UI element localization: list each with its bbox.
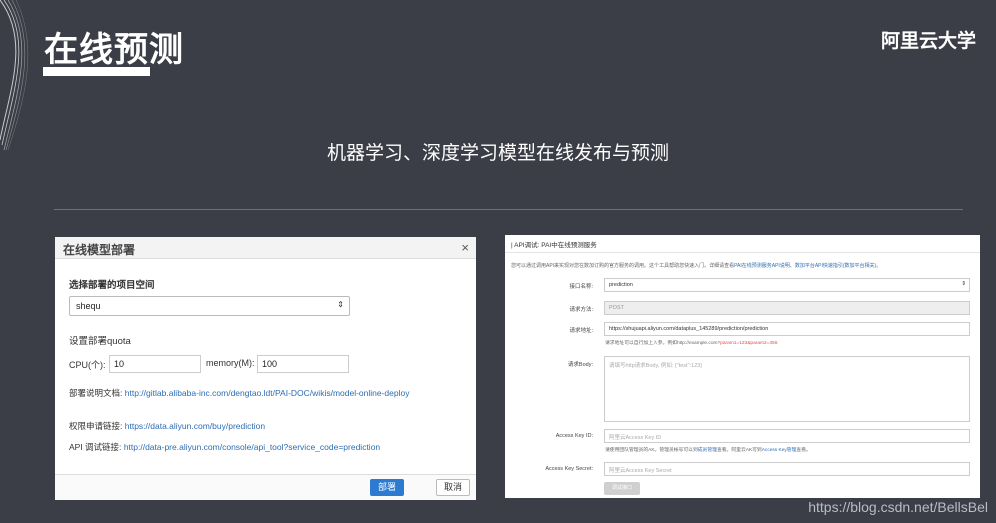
project-select[interactable]: shequ ⇕ <box>69 296 350 316</box>
quota-row: CPU(个): 10 memory(M): 100 <box>69 354 359 374</box>
title-underline <box>43 67 150 76</box>
url-label: 请求地址: <box>569 328 593 334</box>
api-panel-header: | API调试: PAI中在线预测服务 <box>505 235 980 253</box>
api-debug-row: API 调试链接: http://data-pre.aliyun.com/con… <box>69 441 380 453</box>
key-id-label: Access Key ID: <box>555 433 593 439</box>
key-help-mid: 查看。阿里云AK可到 <box>716 448 762 453</box>
project-label: 选择部署的项目空间 <box>69 280 155 291</box>
doc-row: 部署说明文档: http://gitlab.alibaba-inc.com/de… <box>69 387 409 399</box>
chevron-updown-icon: ⇕ <box>961 281 966 287</box>
chevron-updown-icon: ⇕ <box>337 300 344 309</box>
interface-select[interactable]: prediction ⇕ <box>604 278 970 292</box>
key-help-end: 查看。 <box>796 448 811 453</box>
api-intro: 您可以通过调用API来实现对您在数加订购的官方服务的调用。这个工具帮助您快速入门… <box>511 262 881 269</box>
quota-label: 设置部署quota <box>69 336 131 347</box>
api-intro-link[interactable]: PAI在线预测服务API说明、数加平台API快速指引(数加平台相关) <box>734 263 876 269</box>
brand-logo-text: 阿里云大学 <box>880 30 976 52</box>
key-help-text: 请使用团队管理员的AK。管理员帐号可以到 <box>605 448 698 453</box>
slide-title: 在线预测 <box>44 30 184 70</box>
project-select-value: shequ <box>76 301 101 311</box>
deploy-dialog: 在线模型部署 × 选择部署的项目空间 shequ ⇕ 设置部署quota CPU… <box>55 237 476 500</box>
close-icon[interactable]: × <box>461 240 469 255</box>
debug-submit-button[interactable]: 调试接口 <box>604 482 640 495</box>
deploy-button[interactable]: 部署 <box>370 479 404 496</box>
api-intro-text: 您可以通过调用API来实现对您在数加订购的官方服务的调用。这个工具帮助您快速入门… <box>511 263 735 269</box>
apply-row: 权限申请链接: https://data.aliyun.com/buy/pred… <box>69 420 265 432</box>
method-field: POST <box>604 301 970 315</box>
api-debug-panel: | API调试: PAI中在线预测服务 您可以通过调用API来实现对您在数加订购… <box>505 235 980 498</box>
cancel-button[interactable]: 取消 <box>436 479 470 496</box>
api-intro-end: 。 <box>876 263 882 269</box>
body-textarea[interactable]: 请填写http请求Body, 例如: {"test":123} <box>604 356 970 422</box>
memory-label: memory(M): <box>206 358 255 368</box>
url-help-text: 请求地址可以自行加上入参。例如http://example.com <box>605 341 718 346</box>
slide-subtitle: 机器学习、深度学习模型在线发布与预测 <box>326 142 669 164</box>
cpu-input[interactable]: 10 <box>109 355 201 373</box>
cpu-label: CPU(个): <box>69 360 106 370</box>
doc-link[interactable]: http://gitlab.alibaba-inc.com/dengtao.ld… <box>125 388 410 398</box>
access-key-manage-link[interactable]: Access Key管理 <box>762 448 797 453</box>
deploy-dialog-header: 在线模型部署 × <box>55 237 476 259</box>
interface-value: prediction <box>609 282 633 288</box>
secret-label: Access Key Secret: <box>545 466 593 472</box>
divider-line <box>54 209 963 210</box>
interface-label: 接口名称: <box>569 284 593 290</box>
apply-label: 权限申请链接: <box>69 421 123 431</box>
doc-label: 部署说明文档: <box>69 388 123 398</box>
key-help: 请使用团队管理员的AK。管理员帐号可以到成员管理查看。阿里云AK可到Access… <box>605 446 811 453</box>
method-label: 请求方法: <box>569 307 593 313</box>
deploy-dialog-title: 在线模型部署 <box>63 243 136 257</box>
key-id-input[interactable]: 阿里云Access Key ID <box>604 429 970 443</box>
url-input[interactable]: https://shujuapi.aliyun.com/dataplus_145… <box>604 322 970 336</box>
body-label: 请求Body: <box>567 362 593 368</box>
api-debug-label: API 调试链接: <box>69 442 122 452</box>
member-manage-link[interactable]: 成员管理 <box>698 448 717 453</box>
secret-input[interactable]: 阿里云Access Key Secret <box>604 462 970 476</box>
url-help-params: ?param1=123&param2=456 <box>717 341 778 346</box>
deploy-dialog-footer: 部署 取消 <box>55 474 476 500</box>
apply-link[interactable]: https://data.aliyun.com/buy/prediction <box>125 421 265 431</box>
api-debug-link[interactable]: http://data-pre.aliyun.com/console/api_t… <box>124 442 380 452</box>
url-help: 请求地址可以自行加上入参。例如http://example.com?param1… <box>605 339 778 346</box>
watermark: https://blog.csdn.net/BellsBel <box>808 499 988 515</box>
memory-input[interactable]: 100 <box>257 355 349 373</box>
